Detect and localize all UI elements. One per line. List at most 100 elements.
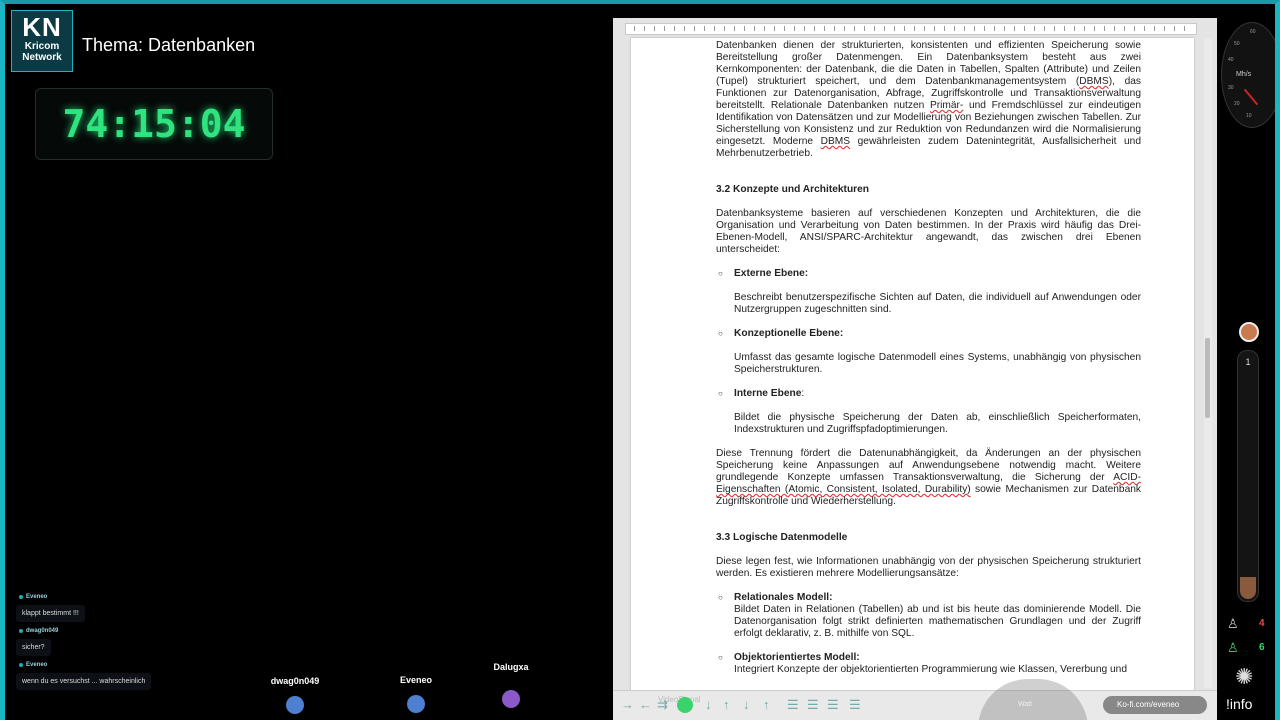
ruler-tick <box>804 26 805 31</box>
bullet-icon: ○ <box>718 329 723 338</box>
gauge-tick: 60 <box>1250 29 1256 35</box>
bottom-toolbar: VideoSignal → ← ⇉ ↓ ↑ ↓ ↑ ☰ ☰ ☰ ☰ Watt K… <box>613 679 1217 720</box>
list-item-title: Konzeptionelle Ebene: <box>734 328 844 339</box>
list-item[interactable]: ○ Objektorientiertes Modell: Integriert … <box>716 652 1141 676</box>
paragraph-3-3[interactable]: Diese legen fest, wie Informationen unab… <box>716 556 1141 580</box>
ruler-tick <box>1134 26 1135 31</box>
ruler-tick <box>814 26 815 31</box>
user-plus-icon: ♙ <box>1227 640 1239 655</box>
list-item[interactable]: ○ Interne Ebene: Bildet die physische Sp… <box>716 388 1141 436</box>
paragraph-intro[interactable]: Datenbanken dienen der strukturierten, k… <box>716 40 1141 160</box>
arrow-down-2-icon[interactable]: ↓ <box>743 697 750 712</box>
ruler-tick <box>1104 26 1105 31</box>
list-item-title: Interne Ebene: <box>734 388 805 399</box>
ruler-tick <box>1144 26 1145 31</box>
ruler-tick <box>1044 26 1045 31</box>
avatar-ball <box>286 696 304 714</box>
logo-line-1: Kricom <box>24 41 60 52</box>
gauge-tick: 20 <box>1234 101 1240 107</box>
ruler-tick <box>1124 26 1125 31</box>
ruler-tick <box>1074 26 1075 31</box>
list-item-title: Externe Ebene: <box>734 268 809 279</box>
right-stats-panel: 60 50 40 30 20 10 Mh/s 1 ♙ 4 ♙ 6 ✺ !info <box>1217 18 1280 720</box>
chat-message: dwag0n049 sicher? <box>16 626 206 656</box>
heading-3-2[interactable]: 3.2 Konzepte und Architekturen <box>716 184 1141 196</box>
list-indent-icon[interactable]: ☰ <box>787 697 799 713</box>
list-item-text: Beschreibt benutzerspezifische Sichten a… <box>734 292 1141 315</box>
list-item[interactable]: ○ Relationales Modell: Bildet Daten in R… <box>716 592 1141 640</box>
ruler-tick <box>684 26 685 31</box>
chat-message: Eveneo klappt bestimmt !!! <box>16 592 206 622</box>
logo-initials: KN <box>22 12 62 42</box>
kofi-link[interactable]: Ko-fi.com/eveneo <box>1103 696 1207 714</box>
ruler-tick <box>984 26 985 31</box>
heading-3-3[interactable]: 3.3 Logische Datenmodelle <box>716 532 1141 544</box>
list-item-title: Objektorientiertes Modell: <box>734 652 860 663</box>
ruler-tick <box>964 26 965 31</box>
viewer-avatar: dwag0n049 <box>260 676 330 714</box>
ruler-tick <box>954 26 955 31</box>
ruler-tick <box>634 26 635 31</box>
list-numbered-icon[interactable]: ☰ <box>849 697 861 713</box>
tube-value: 1 <box>1245 357 1251 367</box>
ruler-tick <box>714 26 715 31</box>
list-item-text: Integriert Konzepte der objektorientiert… <box>734 664 1128 675</box>
scrollbar-thumb[interactable] <box>1205 338 1210 418</box>
follower-count-value: 6 <box>1259 642 1265 653</box>
ruler-tick <box>1034 26 1035 31</box>
arrow-down-icon[interactable]: ↓ <box>705 697 712 712</box>
status-ball-icon <box>677 697 693 713</box>
paragraph-3-2[interactable]: Datenbanksysteme basieren auf verschiede… <box>716 208 1141 256</box>
chat-username: Eveneo <box>16 660 206 670</box>
gauge-tick: 50 <box>1234 41 1240 47</box>
arrow-left-icon[interactable]: ← <box>639 697 652 712</box>
ruler-tick <box>934 26 935 31</box>
chat-text: klappt bestimmt !!! <box>16 605 85 622</box>
avatar-ball <box>502 690 520 708</box>
ruler-tick <box>1114 26 1115 31</box>
gauge-unit: Mh/s <box>1236 71 1252 78</box>
ruler-tick <box>994 26 995 31</box>
document-page[interactable]: Datenbanken dienen der strukturierten, k… <box>631 38 1194 718</box>
ruler-tick <box>784 26 785 31</box>
ruler-tick <box>654 26 655 31</box>
stream-left-panel: KN Kricom Network Thema: Datenbanken 74:… <box>5 4 613 720</box>
ruler-tick <box>794 26 795 31</box>
avatar-ball <box>407 695 425 713</box>
vertical-scrollbar[interactable] <box>1204 38 1212 688</box>
list-item-text: Bildet die physische Speicherung der Dat… <box>734 412 1141 435</box>
arrow-right-icon[interactable]: → <box>621 697 634 712</box>
list-outdent-icon[interactable]: ☰ <box>807 697 819 713</box>
ruler-tick <box>1094 26 1095 31</box>
ruler-tick <box>1164 26 1165 31</box>
ruler-tick <box>744 26 745 31</box>
horizontal-ruler[interactable] <box>625 23 1197 35</box>
ruler-tick <box>694 26 695 31</box>
paragraph-separation[interactable]: Diese Trennung fördert die Datenunabhäng… <box>716 448 1141 508</box>
ruler-tick <box>644 26 645 31</box>
hashrate-gauge: 60 50 40 30 20 10 Mh/s <box>1221 22 1280 128</box>
ruler-tick <box>704 26 705 31</box>
ruler-tick <box>1054 26 1055 31</box>
ruler-tick <box>834 26 835 31</box>
ruler-tick <box>914 26 915 31</box>
ruler-tick <box>1174 26 1175 31</box>
ruler-tick <box>844 26 845 31</box>
follower-count: ♙ 6 <box>1227 640 1277 658</box>
double-arrow-icon[interactable]: ⇉ <box>657 697 668 713</box>
ruler-tick <box>1004 26 1005 31</box>
info-icon: ✺ <box>1235 664 1254 689</box>
arrow-up-2-icon[interactable]: ↑ <box>763 697 770 712</box>
ruler-tick <box>664 26 665 31</box>
ruler-tick <box>1064 26 1065 31</box>
countdown-timer: 74:15:04 <box>62 102 246 146</box>
list-item-title: Relationales Modell: <box>734 592 833 603</box>
list-icon[interactable]: ☰ <box>827 697 839 713</box>
arrow-up-icon[interactable]: ↑ <box>723 697 730 712</box>
bullet-icon: ○ <box>718 269 723 278</box>
document-content[interactable]: Datenbanken dienen der strukturierten, k… <box>716 40 1141 688</box>
tube-fill <box>1240 577 1256 599</box>
list-item[interactable]: ○ Externe Ebene: Beschreibt benutzerspez… <box>716 268 1141 316</box>
list-item[interactable]: ○ Konzeptionelle Ebene: Umfasst das gesa… <box>716 328 1141 376</box>
avatar-name: Dalugxa <box>493 662 529 672</box>
